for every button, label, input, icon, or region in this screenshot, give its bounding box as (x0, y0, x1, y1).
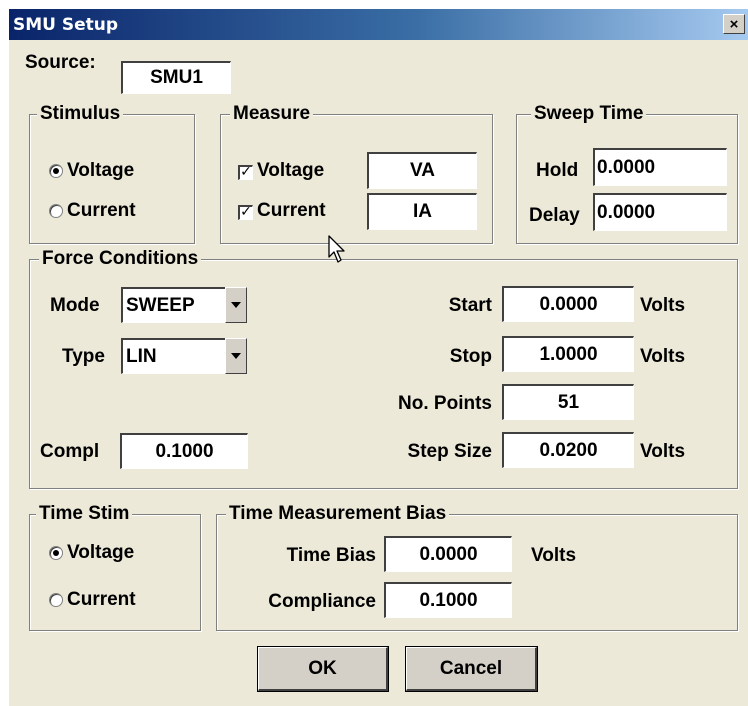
no-points-label: No. Points (398, 393, 492, 414)
mode-dropdown-button[interactable] (225, 287, 247, 323)
compliance-label: Compliance (268, 591, 376, 612)
sweep-time-title: Sweep Time (531, 103, 647, 125)
step-size-label: Step Size (407, 441, 492, 462)
stimulus-title: Stimulus (37, 103, 124, 125)
time-bias-field[interactable]: 0.0000 (384, 536, 512, 572)
time-stim-current-radio[interactable] (49, 593, 63, 607)
delay-field[interactable]: 0.0000 (593, 193, 727, 231)
chevron-down-icon (231, 353, 241, 359)
delay-label: Delay (529, 205, 580, 226)
radio-selected-dot (53, 550, 59, 556)
stimulus-current-radio[interactable] (49, 204, 63, 218)
close-button[interactable]: × (723, 14, 745, 34)
measure-current-name-field[interactable]: IA (367, 193, 477, 230)
time-measurement-bias-title: Time Measurement Bias (226, 503, 450, 525)
no-points-field[interactable]: 51 (502, 384, 634, 420)
type-dropdown-button[interactable] (225, 338, 247, 374)
ok-button[interactable]: OK (258, 647, 388, 691)
measure-title: Measure (230, 103, 314, 125)
measure-voltage-name-field[interactable]: VA (367, 152, 477, 189)
cancel-button[interactable]: Cancel (406, 647, 537, 691)
measure-voltage-label[interactable]: Voltage (257, 160, 324, 182)
radio-selected-dot (53, 168, 59, 174)
start-label: Start (448, 295, 492, 316)
type-dropdown[interactable]: LIN (121, 338, 247, 374)
step-size-field[interactable]: 0.0200 (502, 432, 634, 468)
smu-setup-dialog: SMU Setup × Source: SMU1 Stimulus Voltag… (8, 8, 748, 706)
compl-label: Compl (40, 441, 100, 462)
source-label: Source: (25, 52, 96, 73)
hold-label: Hold (536, 160, 579, 181)
time-stim-voltage-radio[interactable] (49, 546, 63, 560)
time-bias-label: Time Bias (286, 545, 376, 566)
window-title: SMU Setup (13, 15, 119, 35)
start-unit: Volts (640, 295, 686, 316)
stop-label: Stop (449, 346, 492, 367)
source-field[interactable]: SMU1 (121, 61, 231, 94)
mode-value: SWEEP (121, 287, 225, 323)
stimulus-voltage-radio[interactable] (49, 164, 63, 178)
check-icon: ✓ (240, 164, 252, 180)
step-size-unit: Volts (640, 441, 686, 462)
time-stim-current-label[interactable]: Current (67, 589, 136, 611)
time-bias-unit: Volts (531, 545, 577, 566)
chevron-down-icon (231, 302, 241, 308)
mode-dropdown[interactable]: SWEEP (121, 287, 247, 323)
force-conditions-title: Force Conditions (39, 248, 202, 270)
time-stim-voltage-label[interactable]: Voltage (67, 542, 134, 564)
type-label: Type (62, 346, 105, 367)
title-bar[interactable]: SMU Setup × (9, 9, 748, 40)
stop-field[interactable]: 1.0000 (502, 336, 634, 372)
measure-voltage-checkbox[interactable]: ✓ (238, 165, 253, 180)
measure-current-checkbox[interactable]: ✓ (238, 205, 253, 220)
stimulus-voltage-label[interactable]: Voltage (67, 160, 134, 182)
measure-current-label[interactable]: Current (257, 200, 326, 222)
stimulus-current-label[interactable]: Current (67, 200, 136, 222)
compl-field[interactable]: 0.1000 (120, 433, 248, 469)
close-icon: × (729, 15, 739, 33)
time-stim-group: Time Stim (29, 503, 201, 631)
type-value: LIN (121, 338, 225, 374)
hold-field[interactable]: 0.0000 (593, 148, 727, 186)
check-icon: ✓ (240, 204, 252, 220)
time-stim-title: Time Stim (36, 503, 133, 525)
compliance-field[interactable]: 0.1000 (384, 582, 512, 618)
mode-label: Mode (50, 295, 100, 316)
start-field[interactable]: 0.0000 (502, 286, 634, 322)
mouse-pointer-icon (328, 235, 345, 263)
stop-unit: Volts (640, 346, 686, 367)
